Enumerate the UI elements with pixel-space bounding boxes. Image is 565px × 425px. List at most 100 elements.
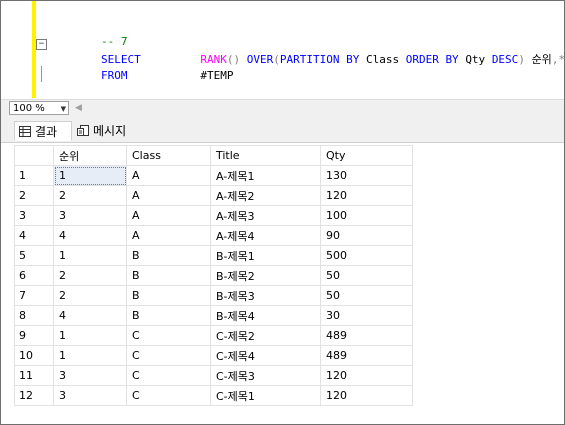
grid-cell-rownum[interactable]: 12 — [14, 385, 54, 406]
tab-messages-label: 메시지 — [93, 124, 127, 138]
grid-cell-qty[interactable]: 50 — [320, 265, 413, 286]
grid-header-rank[interactable]: 순위 — [53, 145, 127, 166]
table-row[interactable]: 12 3 C C-제목1 120 — [14, 385, 413, 406]
close-paren: ) — [518, 53, 525, 66]
grid-cell-class[interactable]: B — [126, 245, 211, 266]
grid-header-title[interactable]: Title — [210, 145, 321, 166]
table-row[interactable]: 2 2 A A-제목2 120 — [14, 185, 413, 206]
grid-cell-title[interactable]: A-제목4 — [210, 225, 321, 246]
grid-cell-title[interactable]: C-제목4 — [210, 345, 321, 366]
results-grid[interactable]: 순위 Class Title Qty 1 1 A A-제목1 130 2 2 A A-제목2 12… — [14, 145, 413, 406]
table-row[interactable]: 7 2 B B-제목3 50 — [14, 285, 413, 306]
grid-cell-title[interactable]: C-제목3 — [210, 365, 321, 386]
grid-cell-rank[interactable]: 2 — [53, 265, 127, 286]
grid-cell-qty[interactable]: 489 — [320, 325, 413, 346]
code-line-select: SELECT RANK() OVER(PARTITION BY Class OR… — [48, 36, 564, 66]
grid-cell-rownum[interactable]: 11 — [14, 365, 54, 386]
grid-cell-qty[interactable]: 500 — [320, 245, 413, 266]
grid-cell-qty[interactable]: 120 — [320, 365, 413, 386]
query-editor[interactable]: -- 7 − SELECT RANK() OVER(PARTITION BY C… — [1, 1, 564, 98]
grid-cell-rownum[interactable]: 10 — [14, 345, 54, 366]
grid-cell-class[interactable]: A — [126, 225, 211, 246]
code-line-comment: -- 7 — [48, 18, 128, 48]
messages-icon — [77, 122, 89, 142]
table-row[interactable]: 4 4 A A-제목4 90 — [14, 225, 413, 246]
grid-cell-qty[interactable]: 100 — [320, 205, 413, 226]
grid-cell-title[interactable]: C-제목1 — [210, 385, 321, 406]
over-keyword: OVER — [246, 53, 274, 66]
grid-cell-class[interactable]: B — [126, 265, 211, 286]
grid-cell-rank[interactable]: 2 — [53, 185, 127, 206]
table-row[interactable]: 10 1 C C-제목4 489 — [14, 345, 413, 366]
grid-cell-qty[interactable]: 130 — [320, 165, 413, 186]
grid-cell-title[interactable]: B-제목1 — [210, 245, 321, 266]
grid-cell-rank[interactable]: 1 — [53, 345, 127, 366]
grid-cell-class[interactable]: C — [126, 325, 211, 346]
grid-cell-rownum[interactable]: 3 — [14, 205, 54, 226]
grid-cell-title[interactable]: B-제목2 — [210, 265, 321, 286]
grid-header-rownum[interactable] — [14, 145, 54, 166]
table-row[interactable]: 8 4 B B-제목4 30 — [14, 305, 413, 326]
grid-cell-rownum[interactable]: 6 — [14, 265, 54, 286]
table-row[interactable]: 11 3 C C-제목3 120 — [14, 365, 413, 386]
grid-cell-class[interactable]: B — [126, 305, 211, 326]
table-row[interactable]: 1 1 A A-제목1 130 — [14, 165, 413, 186]
grid-cell-title[interactable]: A-제목3 — [210, 205, 321, 226]
grid-header-class[interactable]: Class — [126, 145, 211, 166]
ssms-query-window: -- 7 − SELECT RANK() OVER(PARTITION BY C… — [0, 0, 565, 425]
grid-cell-rank[interactable]: 4 — [53, 305, 127, 326]
grid-cell-rownum[interactable]: 9 — [14, 325, 54, 346]
grid-cell-qty[interactable]: 120 — [320, 185, 413, 206]
grid-cell-class[interactable]: A — [126, 165, 211, 186]
tab-results-label: 결과 — [35, 125, 58, 139]
table-row[interactable]: 3 3 A A-제목3 100 — [14, 205, 413, 226]
grid-cell-rownum[interactable]: 2 — [14, 185, 54, 206]
table-row[interactable]: 6 2 B B-제목2 50 — [14, 265, 413, 286]
grid-cell-title[interactable]: A-제목2 — [210, 185, 321, 206]
grid-cell-rownum[interactable]: 8 — [14, 305, 54, 326]
grid-header-qty[interactable]: Qty — [320, 145, 413, 166]
zoom-bar: 100 % ▼ ◀ — [1, 99, 564, 118]
grid-cell-title[interactable]: B-제목3 — [210, 285, 321, 306]
grid-cell-rank[interactable]: 3 — [53, 205, 127, 226]
grid-cell-rank[interactable]: 2 — [53, 285, 127, 306]
tab-results[interactable]: 결과 — [14, 121, 72, 141]
grid-cell-rownum[interactable]: 7 — [14, 285, 54, 306]
grid-cell-qty[interactable]: 90 — [320, 225, 413, 246]
table-row[interactable]: 9 1 C C-제목2 489 — [14, 325, 413, 346]
zoom-dropdown[interactable]: 100 % ▼ — [9, 101, 69, 115]
grid-cell-qty[interactable]: 489 — [320, 345, 413, 366]
grid-cell-qty[interactable]: 30 — [320, 305, 413, 326]
grid-cell-title[interactable]: A-제목1 — [210, 165, 321, 186]
grid-cell-rank[interactable]: 3 — [53, 385, 127, 406]
chevron-down-icon[interactable]: ▼ — [61, 102, 66, 116]
table-row[interactable]: 5 1 B B-제목1 500 — [14, 245, 413, 266]
open-paren: ( — [273, 53, 280, 66]
grid-cell-qty[interactable]: 50 — [320, 285, 413, 306]
grid-cell-class[interactable]: C — [126, 345, 211, 366]
grid-cell-class[interactable]: B — [126, 285, 211, 306]
grid-icon — [19, 123, 31, 143]
grid-cell-rank[interactable]: 1 — [53, 325, 127, 346]
grid-cell-class[interactable]: A — [126, 205, 211, 226]
results-grid-area: 순위 Class Title Qty 1 1 A A-제목1 130 2 2 A A-제목2 12… — [1, 143, 564, 424]
grid-cell-rownum[interactable]: 1 — [14, 165, 54, 186]
grid-cell-rank[interactable]: 4 — [53, 225, 127, 246]
grid-cell-qty[interactable]: 120 — [320, 385, 413, 406]
order-keyword: ORDER BY — [405, 53, 459, 66]
alias-identifier: 순위 — [531, 53, 552, 66]
grid-cell-title[interactable]: B-제목4 — [210, 305, 321, 326]
tab-messages[interactable]: 메시지 — [73, 121, 137, 141]
grid-cell-title[interactable]: C-제목2 — [210, 325, 321, 346]
grid-cell-class[interactable]: C — [126, 385, 211, 406]
grid-cell-rank[interactable]: 3 — [53, 365, 127, 386]
grid-cell-rownum[interactable]: 5 — [14, 245, 54, 266]
grid-cell-class[interactable]: A — [126, 185, 211, 206]
collapse-toggle[interactable]: − — [36, 39, 47, 50]
grid-cell-class[interactable]: C — [126, 365, 211, 386]
code-line-from: FROM #TEMP — [48, 52, 233, 82]
scroll-left-icon[interactable]: ◀ — [75, 103, 82, 113]
grid-cell-rank[interactable]: 1 — [53, 245, 127, 266]
grid-cell-rank[interactable]: 1 — [53, 165, 127, 186]
grid-cell-rownum[interactable]: 4 — [14, 225, 54, 246]
